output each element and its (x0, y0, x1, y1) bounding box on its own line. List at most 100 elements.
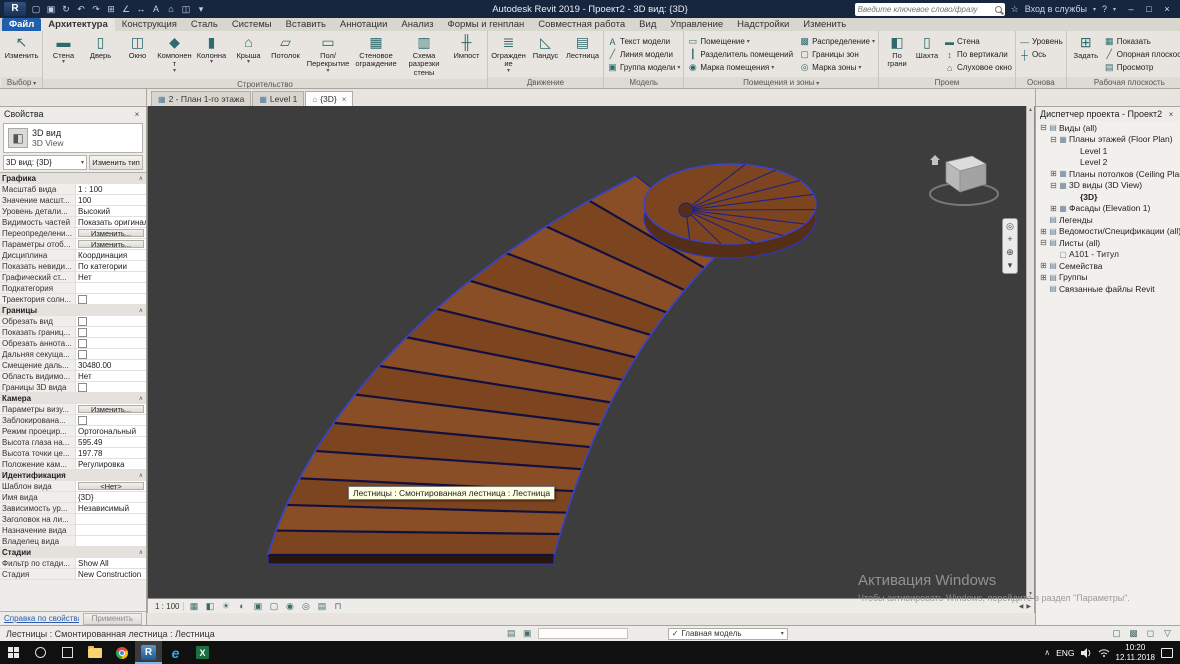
property-row[interactable]: Траектория солн... (0, 294, 146, 305)
quick-access-icon[interactable]: ∠ (119, 3, 133, 16)
view-tab[interactable]: ▦ 2 - План 1-го этажа (151, 91, 252, 106)
property-value[interactable] (76, 525, 146, 535)
property-value[interactable]: Изменить... (78, 240, 144, 248)
quick-access-icon[interactable]: ⌂ (164, 3, 178, 16)
view-tab[interactable]: ▦ Level 1 (252, 91, 305, 106)
ribbon-button[interactable]: ▱ Потолок (268, 33, 303, 60)
property-value[interactable]: Независимый (76, 503, 146, 513)
property-value[interactable]: Координация (76, 250, 146, 260)
property-row[interactable]: Заблокирована... (0, 415, 146, 426)
property-value[interactable] (76, 415, 146, 425)
tree-item[interactable]: ⊞ ▤ Ведомости/Спецификации (all) (1036, 226, 1180, 238)
ribbon-tab[interactable]: Конструкция (115, 18, 184, 31)
search-icon[interactable] (994, 5, 1002, 13)
property-row[interactable]: Параметры визу... Изменить... (0, 404, 146, 415)
properties-close-icon[interactable]: × (132, 110, 142, 119)
property-row[interactable]: Видимость частей Показать оригинал (0, 217, 146, 228)
ribbon-button[interactable]: ◎ Марка зоны (799, 61, 875, 74)
property-value[interactable]: {3D} (76, 492, 146, 502)
hscroll-left-icon[interactable]: ◀ (1019, 603, 1024, 610)
ribbon-button[interactable]: ╱ Линия модели (607, 48, 680, 61)
view-control-icon[interactable]: ▦ (187, 601, 200, 612)
ribbon-button[interactable]: ╱ Опорная плоскость (1104, 48, 1180, 61)
ribbon-tab[interactable]: Изменить (796, 18, 853, 31)
ribbon-button[interactable]: ┼ Ось (1019, 48, 1063, 61)
property-row[interactable]: Графический ст... Нет (0, 272, 146, 283)
ribbon-button[interactable]: ▩ Распределение (799, 35, 875, 48)
ribbon-tab[interactable]: Сталь (184, 18, 225, 31)
ribbon-button[interactable]: ≣ Ограждение (491, 33, 526, 74)
property-value[interactable] (76, 349, 146, 359)
language-indicator[interactable]: ENG (1056, 648, 1074, 658)
property-row[interactable]: Назначение вида (0, 525, 146, 536)
design-options-dropdown[interactable]: ✓ Главная модель ▾ (667, 627, 788, 640)
ribbon-button[interactable]: ⊞ Задать (1070, 33, 1102, 60)
tree-expander-icon[interactable]: ⊞ (1039, 227, 1048, 236)
network-icon[interactable] (1098, 648, 1110, 657)
property-row[interactable]: Границы 3D вида (0, 382, 146, 393)
action-center-icon[interactable] (1161, 647, 1173, 658)
property-value[interactable]: Показать оригинал (76, 217, 146, 227)
view-tab-close-icon[interactable] (342, 95, 347, 104)
ribbon-button[interactable]: ◫ Окно (120, 33, 155, 60)
clock[interactable]: 10:20 12.11.2018 (1116, 643, 1155, 662)
scroll-down-icon[interactable]: ▼ (1028, 591, 1033, 597)
property-value[interactable] (76, 294, 146, 304)
view-control-icon[interactable]: ▤ (315, 601, 328, 612)
worksets-box[interactable] (537, 628, 628, 639)
help-search-box[interactable] (854, 2, 1005, 16)
ribbon-button[interactable]: ▢ Границы зон (799, 48, 875, 61)
property-value[interactable]: Высокий (76, 206, 146, 216)
vertical-scrollbar[interactable]: ▲ ▼ (1026, 106, 1034, 598)
revit-button[interactable]: R (135, 641, 162, 664)
tree-item[interactable]: ⊟ ▦ Планы этажей (Floor Plan) (1036, 134, 1180, 146)
tree-expander-icon[interactable]: ⊞ (1049, 204, 1058, 213)
ribbon-button[interactable]: — Уровень (1019, 35, 1063, 48)
ribbon-button[interactable]: ▣ Группа модели (607, 61, 680, 74)
property-value[interactable]: Изменить... (78, 405, 144, 413)
view-control-icon[interactable]: ☀ (219, 601, 232, 612)
navigation-bar-icon[interactable]: + (1007, 235, 1012, 244)
ribbon-tab[interactable]: Вставить (279, 18, 333, 31)
property-row[interactable]: Владелец вида (0, 536, 146, 547)
property-value[interactable]: Изменить... (78, 229, 144, 237)
property-value[interactable] (76, 382, 146, 392)
search-button[interactable] (27, 641, 54, 664)
property-row[interactable]: Заголовок на ли... (0, 514, 146, 525)
status-bar-icon[interactable]: ▤ (505, 628, 518, 639)
property-value[interactable]: Регулировка (76, 459, 146, 469)
ribbon-button[interactable]: ▯ Дверь (83, 33, 118, 60)
status-bar-icon[interactable]: ▣ (521, 628, 534, 639)
3d-viewport[interactable]: ◎ + ⊕ ▾ ▲ ▼ Лестницы : Смонтированная ле… (147, 106, 1035, 598)
hscroll-right-icon[interactable]: ▶ (1026, 603, 1031, 610)
property-value[interactable]: Show All (76, 558, 146, 568)
property-row[interactable]: Высота точки це... 197.78 (0, 448, 146, 459)
ribbon-button[interactable]: ▮ Колонна (194, 33, 229, 65)
property-value[interactable]: По категории (76, 261, 146, 271)
chrome-button[interactable] (108, 641, 135, 664)
ribbon-button[interactable]: ▤ Лестница (565, 33, 600, 60)
ribbon-button[interactable]: ▭ Помещение (687, 35, 795, 48)
properties-help-link[interactable]: Справка по свойствам (4, 614, 79, 623)
property-value[interactable] (76, 514, 146, 524)
panel-label-room-area[interactable]: Помещения и зоны (684, 77, 879, 88)
property-row[interactable]: Имя вида {3D} (0, 492, 146, 503)
ribbon-button[interactable]: ▦ Показать (1104, 35, 1180, 48)
sign-in-label[interactable]: Вход в службы (1025, 4, 1087, 14)
navigation-bar-icon[interactable]: ▾ (1008, 261, 1013, 270)
ribbon-tab[interactable]: Совместная работа (531, 18, 632, 31)
property-value[interactable] (76, 338, 146, 348)
property-row[interactable]: Подкатегория (0, 283, 146, 294)
volume-icon[interactable] (1080, 647, 1092, 658)
ribbon-button[interactable]: ▯ Шахта (912, 33, 942, 69)
tree-item[interactable]: ▢ A101 - Титул (1036, 249, 1180, 261)
edit-type-button[interactable]: Изменить тип (89, 155, 143, 170)
viewcube[interactable] (924, 144, 1004, 219)
status-bar-icon[interactable]: ▢ (1110, 628, 1123, 639)
property-row[interactable]: Границы (0, 305, 146, 316)
tree-item[interactable]: ⊞ ▦ Фасады (Elevation 1) (1036, 203, 1180, 215)
panel-label-select[interactable]: Выбор (1, 77, 42, 88)
property-value[interactable] (76, 316, 146, 326)
property-row[interactable]: Фильтр по стади... Show All (0, 558, 146, 569)
help-caret-icon[interactable]: ▾ (1113, 6, 1116, 13)
